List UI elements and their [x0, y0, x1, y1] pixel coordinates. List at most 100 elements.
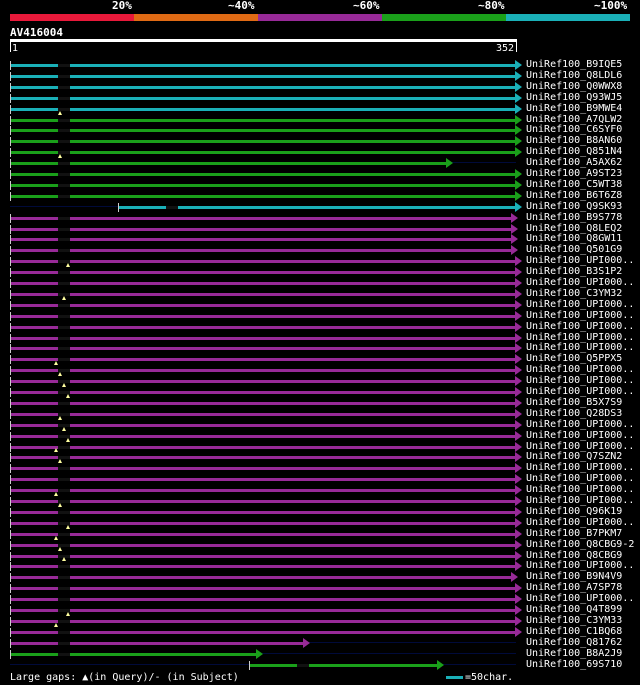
hit-label[interactable]: UniRef100_B7PKM7	[526, 528, 622, 539]
hit-label[interactable]: UniRef100_Q4T899	[526, 604, 622, 615]
hit-label[interactable]: UniRef100_B9MWE4	[526, 103, 622, 114]
hit-label[interactable]: UniRef100_UPI000..	[526, 299, 634, 310]
hit-bar[interactable]	[10, 173, 516, 176]
hit-label[interactable]: UniRef100_UPI000..	[526, 386, 634, 397]
hit-label[interactable]: UniRef100_C3YM32	[526, 288, 622, 299]
hit-label[interactable]: UniRef100_Q8LEQ2	[526, 223, 622, 234]
hit-bar[interactable]	[10, 216, 512, 220]
hit-label[interactable]: UniRef100_A5AX62	[526, 157, 622, 168]
hit-bar[interactable]	[10, 478, 516, 482]
hit-label[interactable]: UniRef100_UPI000..	[526, 419, 634, 430]
hit-label[interactable]: UniRef100_UPI000..	[526, 441, 634, 452]
hit-label[interactable]: UniRef100_Q8GW11	[526, 233, 622, 244]
hit-bar[interactable]	[10, 576, 512, 580]
hit-bar[interactable]	[10, 619, 516, 623]
hit-bar[interactable]	[10, 456, 516, 460]
hit-bar[interactable]	[10, 314, 516, 318]
hit-bar[interactable]	[10, 587, 516, 591]
hit-label[interactable]: UniRef100_B9S778	[526, 212, 622, 223]
hit-bar[interactable]	[10, 543, 516, 547]
hit-label[interactable]: UniRef100_UPI000..	[526, 473, 634, 484]
hit-bar[interactable]	[10, 489, 516, 493]
hit-bar[interactable]	[10, 500, 516, 503]
hit-bar[interactable]	[10, 380, 516, 384]
hit-bar[interactable]	[10, 358, 516, 362]
hit-label[interactable]: UniRef100_B8AN60	[526, 135, 622, 146]
hit-bar[interactable]	[10, 554, 516, 558]
hit-label[interactable]: UniRef100_Q28DS3	[526, 408, 622, 419]
hit-label[interactable]: UniRef100_UPI000..	[526, 321, 634, 332]
hit-bar[interactable]	[10, 467, 516, 471]
hit-label[interactable]: UniRef100_UPI000..	[526, 277, 634, 288]
hit-bar[interactable]	[10, 434, 516, 438]
hit-bar[interactable]	[10, 303, 516, 307]
hit-label[interactable]: UniRef100_UPI000..	[526, 495, 634, 506]
hit-label[interactable]: UniRef100_Q93WJ5	[526, 92, 622, 103]
hit-label[interactable]: UniRef100_A7QLW2	[526, 114, 622, 125]
hit-label[interactable]: UniRef100_Q8LDL6	[526, 70, 622, 81]
hit-bar[interactable]	[10, 96, 516, 100]
hit-label[interactable]: UniRef100_UPI000..	[526, 332, 634, 343]
hit-label[interactable]: UniRef100_Q0WWX8	[526, 81, 622, 92]
hit-bar[interactable]	[10, 183, 516, 187]
hit-bar[interactable]	[10, 532, 516, 536]
hit-bar[interactable]	[10, 107, 516, 111]
hit-bar[interactable]	[10, 347, 516, 351]
hit-bar[interactable]	[10, 151, 516, 155]
hit-label[interactable]: UniRef100_Q8CBG9-2	[526, 539, 634, 550]
hit-bar[interactable]	[10, 391, 516, 394]
hit-bar[interactable]	[249, 663, 439, 667]
hit-bar[interactable]	[10, 412, 516, 416]
hit-bar[interactable]	[10, 325, 516, 329]
hit-label[interactable]: UniRef100_C5WT38	[526, 179, 622, 190]
hit-label[interactable]: UniRef100_A9ST23	[526, 168, 622, 179]
hit-bar[interactable]	[10, 74, 516, 78]
hit-bar[interactable]	[10, 630, 516, 634]
hit-label[interactable]: UniRef100_A7SP78	[526, 582, 622, 593]
hit-bar[interactable]	[10, 598, 516, 602]
hit-label[interactable]: UniRef100_UPI000..	[526, 593, 634, 604]
hit-label[interactable]: UniRef100_Q8CBG9	[526, 550, 622, 561]
hit-label[interactable]: UniRef100_UPI000..	[526, 517, 634, 528]
hit-label[interactable]: UniRef100_C3YM33	[526, 615, 622, 626]
hit-bar[interactable]	[10, 194, 516, 198]
hit-bar[interactable]	[10, 336, 516, 340]
hit-bar[interactable]	[10, 401, 516, 405]
hit-label[interactable]: UniRef100_Q7SZN2	[526, 451, 622, 462]
hit-bar[interactable]	[10, 369, 516, 373]
hit-bar[interactable]	[10, 641, 305, 645]
hit-label[interactable]: UniRef100_UPI000..	[526, 462, 634, 473]
hit-label[interactable]: UniRef100_B9IQE5	[526, 59, 622, 70]
hit-bar[interactable]	[10, 282, 516, 285]
hit-label[interactable]: UniRef100_Q851N4	[526, 146, 622, 157]
hit-bar[interactable]	[10, 140, 516, 144]
hit-bar[interactable]	[10, 609, 516, 612]
hit-bar[interactable]	[10, 64, 516, 67]
hit-bar[interactable]	[10, 510, 516, 514]
hit-bar[interactable]	[10, 292, 516, 296]
hit-label[interactable]: UniRef100_Q96K19	[526, 506, 622, 517]
hit-bar[interactable]	[10, 129, 516, 133]
hit-label[interactable]: UniRef100_Q5PPX5	[526, 353, 622, 364]
hit-bar[interactable]	[10, 271, 516, 275]
hit-label[interactable]: UniRef100_B5X7S9	[526, 397, 622, 408]
hit-label[interactable]: UniRef100_UPI000..	[526, 342, 634, 353]
hit-bar[interactable]	[10, 521, 516, 525]
hit-label[interactable]: UniRef100_B3S1P2	[526, 266, 622, 277]
hit-bar[interactable]	[10, 227, 512, 231]
hit-bar[interactable]	[10, 249, 512, 253]
hit-label[interactable]: UniRef100_UPI000..	[526, 375, 634, 386]
hit-bar[interactable]	[10, 565, 516, 569]
hit-bar[interactable]	[10, 445, 516, 449]
hit-label[interactable]: UniRef100_B8A2J9	[526, 648, 622, 659]
hit-label[interactable]: UniRef100_C6SYF0	[526, 124, 622, 135]
hit-label[interactable]: UniRef100_UPI000..	[526, 560, 634, 571]
hit-label[interactable]: UniRef100_UPI000..	[526, 310, 634, 321]
hit-bar[interactable]	[10, 118, 516, 122]
hit-label[interactable]: UniRef100_C1BQ68	[526, 626, 622, 637]
hit-label[interactable]: UniRef100_UPI000..	[526, 430, 634, 441]
hit-label[interactable]: UniRef100_B6T6Z8	[526, 190, 622, 201]
hit-label[interactable]: UniRef100_UPI000..	[526, 255, 634, 266]
hit-label[interactable]: UniRef100_Q81762	[526, 637, 622, 648]
hit-label[interactable]: UniRef100_Q9SK93	[526, 201, 622, 212]
